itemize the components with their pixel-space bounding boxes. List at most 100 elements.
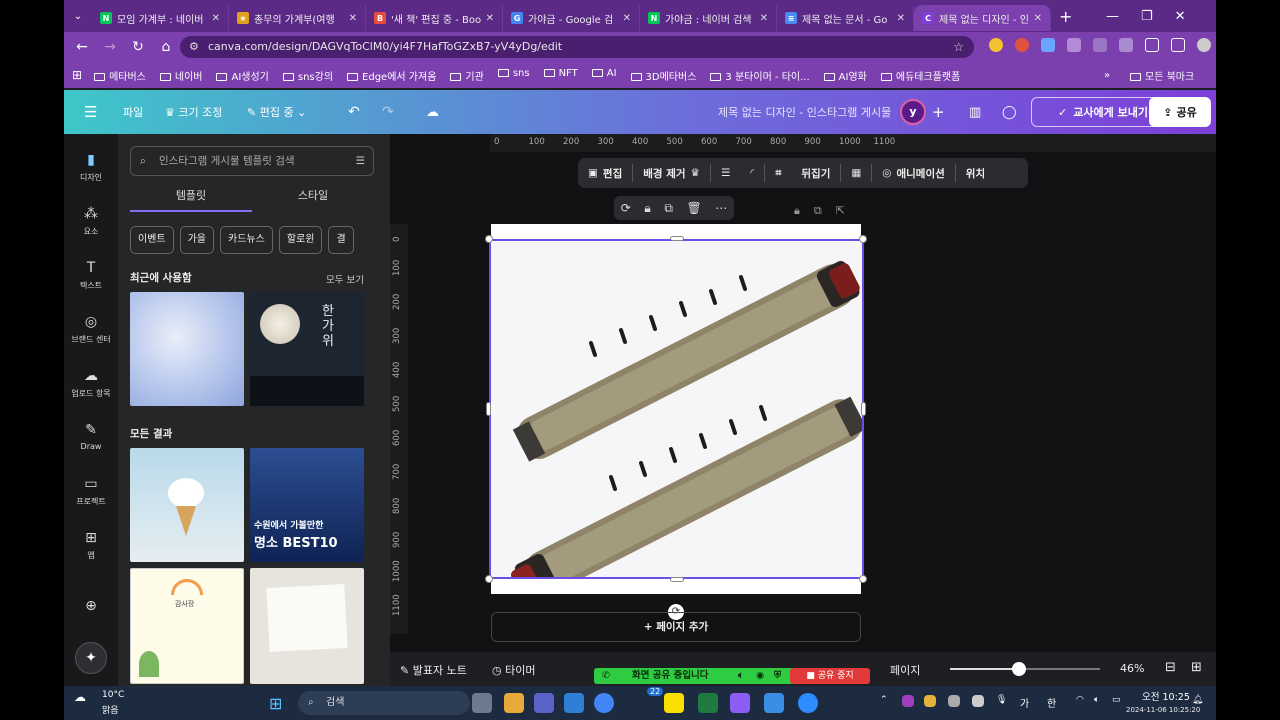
transparency-button[interactable]: ▦: [841, 167, 871, 179]
close-window-icon[interactable]: ✕: [1175, 9, 1186, 24]
more-icon[interactable]: ⋯: [715, 201, 727, 215]
chip-3[interactable]: 할로윈: [278, 226, 323, 254]
resize-handle-s[interactable]: [670, 577, 684, 582]
copilot-icon[interactable]: [730, 693, 750, 713]
extension-5-icon[interactable]: [1119, 38, 1133, 52]
kakaotalk-icon[interactable]: [664, 693, 684, 713]
see-all-link[interactable]: 모두 보기: [326, 272, 364, 286]
resize-handle-w[interactable]: [486, 402, 491, 416]
hamburger-icon[interactable]: ☰: [84, 103, 97, 121]
zoom-slider-track[interactable]: [950, 662, 1100, 676]
volume-icon[interactable]: 🔈︎: [1094, 695, 1099, 705]
template-thumb-suwon[interactable]: 수원에서 가볼만한 명소 BEST10: [250, 448, 364, 562]
tab-styles[interactable]: 스타일: [252, 184, 374, 212]
home-icon[interactable]: ⌂: [152, 39, 180, 55]
chip-0[interactable]: 이벤트: [130, 226, 174, 254]
corner-radius-button[interactable]: ◜: [740, 167, 764, 179]
tray-chevron-icon[interactable]: ⌃: [880, 695, 888, 705]
filter-icon[interactable]: ☰: [356, 147, 365, 175]
tab-2[interactable]: B '새 책' 편집 중 - Boo ✕: [366, 5, 503, 31]
forward-icon[interactable]: →: [96, 39, 124, 55]
bookmark-7[interactable]: NFT: [543, 68, 578, 83]
teams-icon[interactable]: [534, 693, 554, 713]
edit-image-button[interactable]: ▣ 편집: [578, 166, 632, 181]
extension-4-icon[interactable]: [1067, 38, 1081, 52]
comment-icon[interactable]: ◯: [1002, 105, 1017, 120]
rail-item-7[interactable]: ⊞ 앱: [64, 530, 118, 561]
position-button[interactable]: 위치: [956, 166, 995, 181]
chip-4[interactable]: 결: [328, 226, 354, 254]
edge-icon[interactable]: [564, 693, 584, 713]
rail-item-4[interactable]: ☁ 업로드 항목: [64, 368, 118, 399]
weather-icon[interactable]: ☁: [74, 690, 86, 704]
rail-item-1[interactable]: ⁂ 요소: [64, 206, 118, 237]
template-search-input[interactable]: ⌕ 인스타그램 게시물 템플릿 검색 ☰: [130, 146, 374, 176]
profile-icon[interactable]: [1197, 38, 1211, 52]
all-bookmarks[interactable]: 모든 북마크: [1130, 68, 1194, 83]
bookmark-3[interactable]: sns강의: [282, 68, 333, 83]
restore-icon[interactable]: ❐: [1141, 9, 1153, 24]
reload-icon[interactable]: ↻: [124, 39, 152, 55]
tab-4[interactable]: N 가야금 : 네이버 검색 ✕: [640, 5, 777, 31]
chip-1[interactable]: 가을: [179, 226, 215, 254]
rail-item-0[interactable]: ▮ 디자인: [64, 152, 118, 183]
zoom-value[interactable]: 46%: [1120, 662, 1144, 675]
resize-handle-e[interactable]: [861, 402, 866, 416]
resize-handle-sw[interactable]: [485, 575, 493, 583]
rail-item-3[interactable]: ◎ 브랜드 센터: [64, 314, 118, 345]
resize-button[interactable]: ♛ 크기 조정: [165, 104, 222, 120]
extension-3-icon[interactable]: [1041, 38, 1055, 52]
mic-icon[interactable]: [1093, 38, 1107, 52]
bookmark-2[interactable]: AI생성기: [216, 68, 269, 83]
page-add-icon[interactable]: ⇱: [836, 204, 845, 218]
add-page-button[interactable]: + 페이지 추가: [491, 612, 861, 642]
bookmark-10[interactable]: 3 분타이머 - 타이...: [710, 68, 810, 83]
extension-1-icon[interactable]: [989, 38, 1003, 52]
grid-view-icon[interactable]: ⊟: [1165, 660, 1176, 675]
site-info-icon[interactable]: ⚙: [189, 36, 199, 58]
tab-3[interactable]: G 가야금 - Google 검 ✕: [503, 5, 640, 31]
snip-icon[interactable]: [764, 693, 784, 713]
zoom-app-icon[interactable]: [798, 693, 818, 713]
crop-button[interactable]: ⌗: [765, 167, 791, 180]
template-thumb-icecream[interactable]: [130, 448, 244, 562]
rail-item-5[interactable]: ✎ Draw: [64, 422, 118, 451]
cloud-save-icon[interactable]: ☁: [426, 105, 439, 120]
editing-mode-button[interactable]: ✎ 편집 중 ⌄: [247, 104, 306, 120]
page-lock-icon[interactable]: 🔒︎: [794, 204, 800, 218]
notification-icon[interactable]: 🔔︎: [1192, 695, 1203, 705]
tab-search-icon[interactable]: ⌄: [64, 11, 92, 22]
flip-button[interactable]: 뒤집기: [791, 166, 840, 181]
file-menu[interactable]: 파일: [123, 104, 143, 120]
magic-icon-button[interactable]: ⊕: [64, 598, 118, 618]
animate-button[interactable]: ◎ 애니메이션: [872, 166, 954, 181]
tray-app-3-icon[interactable]: [948, 695, 960, 707]
tab-1[interactable]: ★ 총무의 가계부(여행 ✕: [229, 5, 366, 31]
task-view-icon[interactable]: [472, 693, 492, 713]
zoom-slider-knob[interactable]: [1012, 662, 1026, 676]
tab-6[interactable]: C 제목 없는 디자인 - 인 ✕: [914, 5, 1051, 31]
share-button[interactable]: ⇪ 공유: [1149, 97, 1211, 127]
taskbar-search[interactable]: ⌕ 검색: [298, 691, 470, 715]
notes-button[interactable]: ✎ 발표자 노트: [400, 662, 467, 678]
template-thumb-watercolor[interactable]: [130, 292, 244, 406]
redo-icon[interactable]: ↷: [382, 104, 394, 120]
sidepanel-icon[interactable]: [1171, 38, 1185, 52]
timer-button[interactable]: ◷ 타이머: [492, 662, 535, 678]
tray-app-2-icon[interactable]: [924, 695, 936, 707]
bookmark-8[interactable]: AI: [591, 68, 617, 83]
template-thumb-thanks[interactable]: 감사장: [130, 568, 244, 684]
clock-time[interactable]: 오전 10:25: [1142, 689, 1190, 703]
bookmark-0[interactable]: 메타버스: [94, 68, 146, 83]
resize-handle-n[interactable]: [670, 236, 684, 241]
more-bookmarks-icon[interactable]: »: [1104, 70, 1110, 81]
selected-image[interactable]: [489, 239, 867, 600]
ime-hangul[interactable]: 가: [1020, 695, 1029, 710]
resize-handle-nw[interactable]: [485, 235, 493, 243]
avatar[interactable]: y: [900, 99, 926, 125]
trash-icon[interactable]: 🗑︎: [686, 201, 701, 215]
rail-item-2[interactable]: T 텍스트: [64, 260, 118, 291]
chrome-icon[interactable]: [594, 693, 614, 713]
undo-icon[interactable]: ↶: [348, 104, 360, 120]
file-explorer-icon[interactable]: [504, 693, 524, 713]
